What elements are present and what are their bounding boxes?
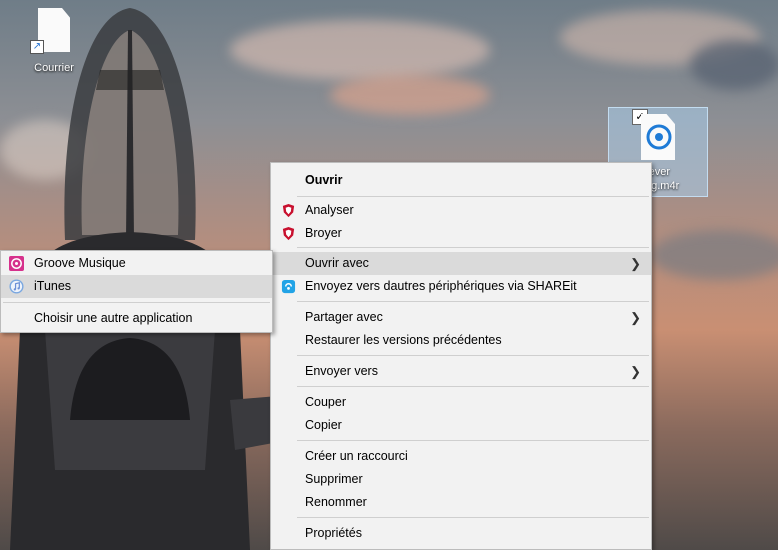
chevron-right-icon: ❯ (630, 256, 641, 271)
menu-separator (297, 440, 649, 441)
submenu-item-groove-musique[interactable]: Groove Musique (1, 252, 272, 275)
cloud (330, 75, 490, 115)
menu-separator (297, 355, 649, 356)
menu-separator (297, 301, 649, 302)
cloud (650, 230, 778, 280)
music-disc-icon (646, 124, 672, 150)
menu-item-partager-avec[interactable]: Partager avec ❯ (271, 306, 651, 329)
menu-separator (3, 302, 270, 303)
menu-separator (297, 386, 649, 387)
submenu-item-itunes[interactable]: iTunes (1, 275, 272, 298)
menu-item-renommer[interactable]: Renommer (271, 491, 651, 514)
context-menu: Ouvrir Analyser Broyer Ouvrir avec ❯ Env… (270, 162, 652, 550)
menu-item-shareit[interactable]: Envoyez vers dautres périphériques via S… (271, 275, 651, 298)
open-with-submenu: Groove Musique iTunes Choisir une autre … (0, 250, 273, 333)
shortcut-arrow-icon: ↗ (30, 40, 44, 54)
desktop-icon-courrier[interactable]: ↗ Courrier (22, 6, 86, 80)
menu-item-envoyer-vers[interactable]: Envoyer vers ❯ (271, 360, 651, 383)
menu-item-proprietes[interactable]: Propriétés (271, 522, 651, 545)
submenu-item-choisir-application[interactable]: Choisir une autre application (1, 307, 272, 330)
menu-item-ouvrir[interactable]: Ouvrir (271, 169, 651, 192)
shareit-icon (281, 279, 296, 294)
chevron-right-icon: ❯ (630, 364, 641, 379)
cloud (690, 40, 778, 90)
menu-item-supprimer[interactable]: Supprimer (271, 468, 651, 491)
menu-separator (297, 517, 649, 518)
shield-icon (282, 203, 295, 218)
shield-icon (282, 226, 295, 241)
menu-separator (297, 247, 649, 248)
menu-item-couper[interactable]: Couper (271, 391, 651, 414)
menu-item-ouvrir-avec[interactable]: Ouvrir avec ❯ (271, 252, 651, 275)
menu-separator (297, 196, 649, 197)
chevron-right-icon: ❯ (630, 310, 641, 325)
menu-item-analyser[interactable]: Analyser (271, 199, 651, 222)
menu-item-restaurer-versions[interactable]: Restaurer les versions précédentes (271, 329, 651, 352)
itunes-icon (9, 279, 24, 294)
desktop-icon-label: Courrier (34, 62, 74, 74)
menu-item-copier[interactable]: Copier (271, 414, 651, 437)
menu-item-creer-raccourci[interactable]: Créer un raccourci (271, 445, 651, 468)
groove-music-icon (9, 256, 24, 271)
menu-item-broyer[interactable]: Broyer (271, 222, 651, 245)
